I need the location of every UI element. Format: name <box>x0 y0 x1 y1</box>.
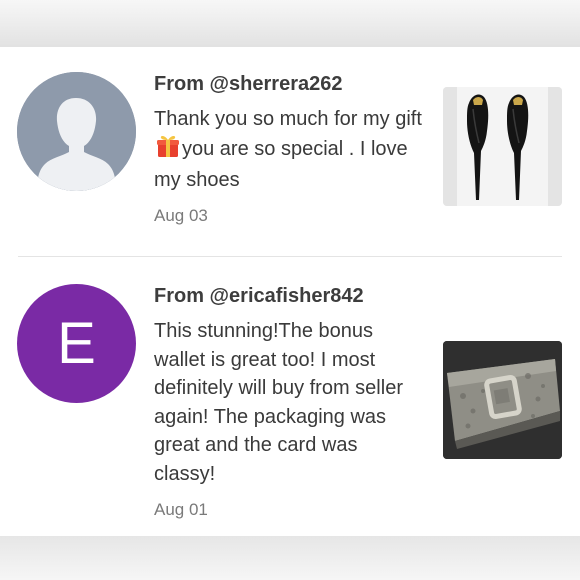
review-item: From @sherrera262 Thank you so much for … <box>0 47 580 257</box>
review-from-handle[interactable]: From @sherrera262 <box>154 72 424 96</box>
comment-text-end: you are so special . I love my shoes <box>154 137 408 192</box>
avatar[interactable]: E <box>17 284 136 403</box>
avatar-initial: E <box>57 311 96 376</box>
review-comment: Thank you so much for my gift you are so… <box>154 105 424 195</box>
review-date: Aug 01 <box>154 499 208 519</box>
review-comment: This stunning!The bonus wallet is great … <box>154 320 403 485</box>
product-thumbnail[interactable] <box>443 87 562 206</box>
avatar[interactable] <box>17 72 136 191</box>
comment-text-start: Thank you so much for my gift <box>154 108 422 130</box>
review-date: Aug 03 <box>154 205 208 225</box>
default-person-silhouette-icon <box>17 72 136 191</box>
black-high-heel-shoes-photo <box>443 87 562 206</box>
bottom-edge-shade <box>0 536 580 580</box>
review-from-handle[interactable]: From @ericafisher842 <box>154 284 424 308</box>
wrapped-gift-icon <box>156 134 180 167</box>
product-thumbnail[interactable] <box>443 341 562 459</box>
metallic-snakeskin-clutch-photo <box>443 341 562 459</box>
top-edge-shade <box>0 0 580 47</box>
review-item: E From @ericafisher842 This stunning!The… <box>0 257 580 536</box>
